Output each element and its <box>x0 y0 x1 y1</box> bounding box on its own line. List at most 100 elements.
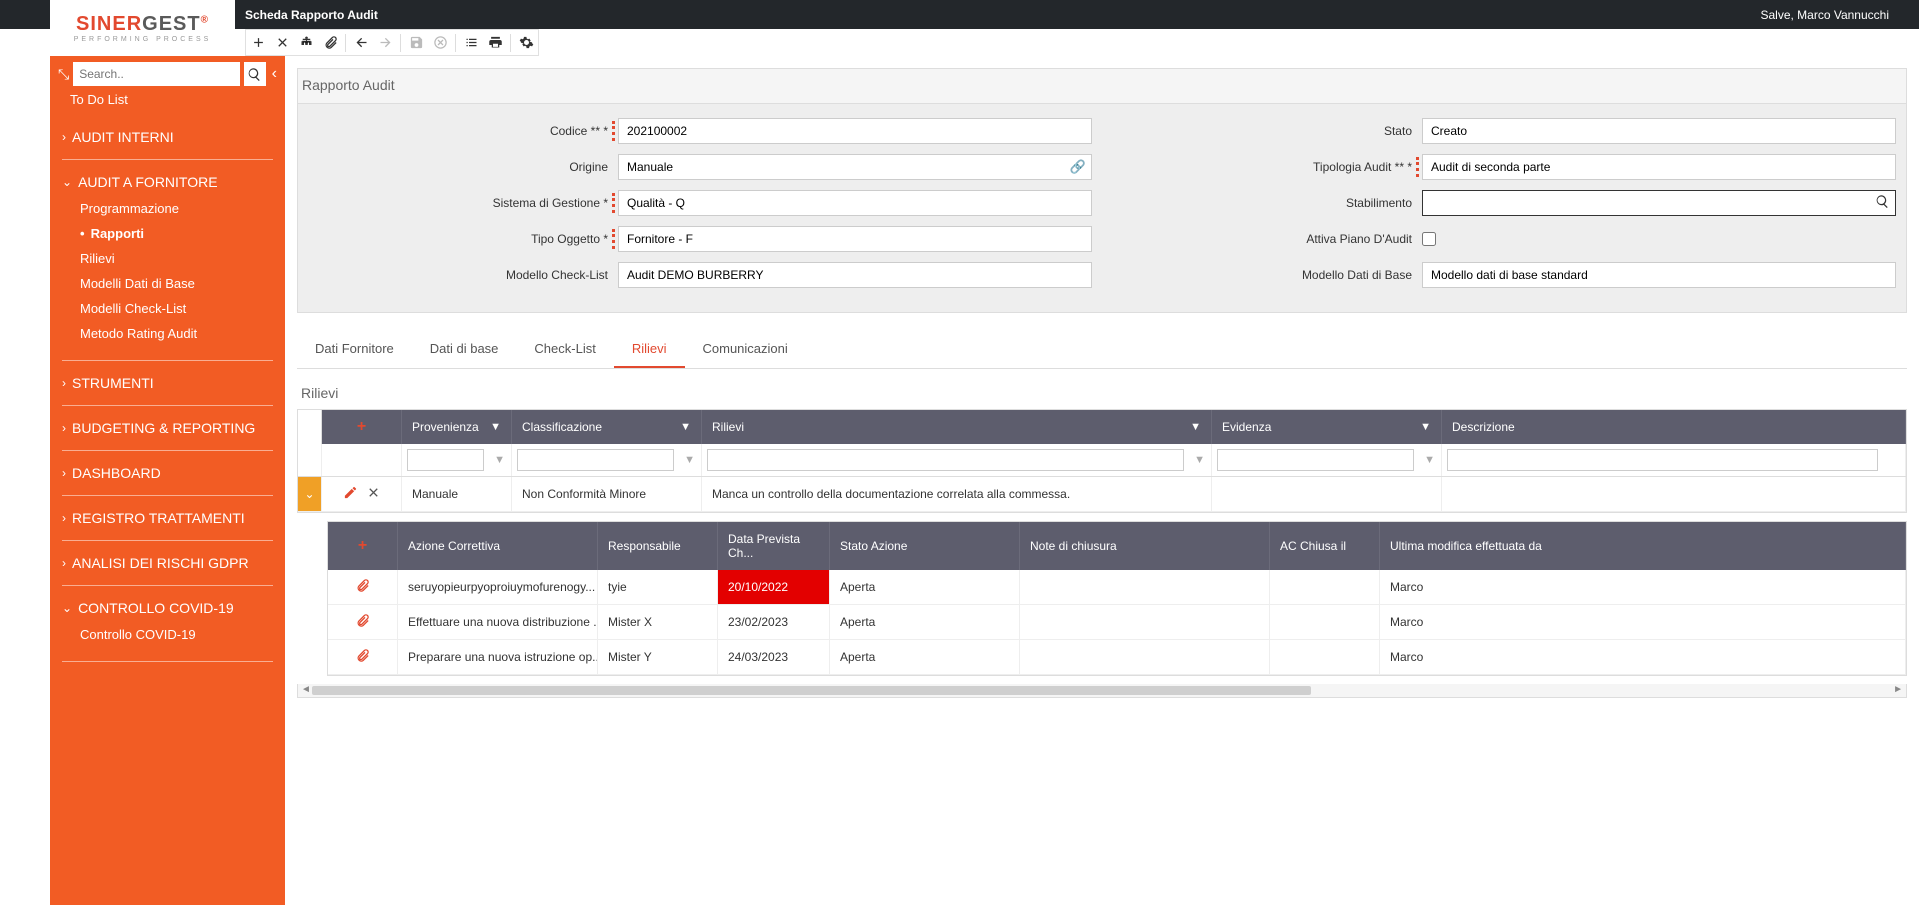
cancel-icon[interactable] <box>428 31 452 55</box>
subcol-actions: + <box>328 522 398 570</box>
sub-table-row: Effettuare una nuova distribuzione ...Mi… <box>328 605 1906 640</box>
filter-icon: ▼ <box>1420 421 1431 433</box>
col-provenienza[interactable]: Provenienza▼ <box>402 410 512 444</box>
search-icon[interactable] <box>244 62 265 86</box>
filter-icon: ▼ <box>680 421 691 433</box>
sidebar-item-todo[interactable]: To Do List <box>50 92 285 115</box>
page-title: Scheda Rapporto Audit <box>245 8 378 22</box>
filter-icon[interactable]: ▼ <box>1424 454 1435 466</box>
logo: SINERGEST® PERFORMING PROCESS <box>50 0 235 56</box>
col-classificazione[interactable]: Classificazione▼ <box>512 410 702 444</box>
sidebar-section[interactable]: ⌄CONTROLLO COVID-19 <box>62 600 273 616</box>
filter-icon[interactable]: ▼ <box>1194 454 1205 466</box>
input-modello-dati[interactable] <box>1422 262 1896 288</box>
sidebar-section[interactable]: ›BUDGETING & REPORTING <box>62 420 273 436</box>
col-rilievi[interactable]: Rilievi▼ <box>702 410 1212 444</box>
horizontal-scrollbar[interactable]: ◄► <box>297 684 1907 698</box>
tabs: Dati FornitoreDati di baseCheck-ListRili… <box>297 331 1907 369</box>
subcol-responsabile[interactable]: Responsabile <box>598 522 718 570</box>
tab[interactable]: Check-List <box>516 331 613 368</box>
sidebar-section[interactable]: ›DASHBOARD <box>62 465 273 481</box>
settings-icon[interactable] <box>514 31 538 55</box>
list-icon[interactable] <box>459 31 483 55</box>
subcol-azione[interactable]: Azione Correttiva <box>398 522 598 570</box>
sidebar-section[interactable]: ›AUDIT INTERNI <box>62 129 273 145</box>
add-row-icon[interactable]: + <box>357 418 366 436</box>
input-tipo-oggetto[interactable] <box>618 226 1092 252</box>
attachment-icon[interactable] <box>355 613 370 631</box>
toolbar <box>235 29 1919 56</box>
subcol-chiusa[interactable]: AC Chiusa il <box>1270 522 1380 570</box>
sidebar-item[interactable]: Modelli Dati di Base <box>80 271 273 296</box>
sub-grid: + Azione Correttiva Responsabile Data Pr… <box>327 521 1907 676</box>
filter-provenienza[interactable] <box>407 449 484 471</box>
input-tipologia[interactable] <box>1422 154 1896 180</box>
col-actions: + <box>322 410 402 444</box>
checkbox-piano[interactable] <box>1422 232 1436 246</box>
add-subrow-icon[interactable]: + <box>358 537 367 555</box>
edit-icon[interactable] <box>343 485 358 503</box>
input-origine[interactable] <box>618 154 1092 180</box>
filter-descrizione[interactable] <box>1447 449 1878 471</box>
lookup-icon[interactable] <box>1875 194 1890 212</box>
filter-icon[interactable]: ▼ <box>494 454 505 466</box>
sidebar-section[interactable]: ›ANALISI DEI RISCHI GDPR <box>62 555 273 571</box>
col-expand <box>298 410 322 444</box>
back-icon[interactable] <box>349 31 373 55</box>
filter-classificazione[interactable] <box>517 449 674 471</box>
label-stabilimento: Stabilimento <box>1112 196 1422 210</box>
link-icon[interactable]: 🔗 <box>1070 159 1086 175</box>
input-stabilimento[interactable] <box>1422 190 1896 216</box>
subcol-data[interactable]: Data Prevista Ch... <box>718 522 830 570</box>
tab[interactable]: Dati di base <box>412 331 517 368</box>
sidebar-item[interactable]: Metodo Rating Audit <box>80 321 273 346</box>
grid-title: Rilievi <box>297 369 1907 409</box>
form-panel: Codice ** * Origine 🔗 Sistema di Gestion… <box>297 103 1907 313</box>
tab[interactable]: Rilievi <box>614 331 685 368</box>
label-origine: Origine <box>308 160 618 174</box>
sidebar-item[interactable]: Rapporti <box>80 221 273 246</box>
sidebar-section[interactable]: ⌄AUDIT A FORNITORE <box>62 174 273 190</box>
print-icon[interactable] <box>483 31 507 55</box>
sidebar-item[interactable]: Modelli Check-List <box>80 296 273 321</box>
tab[interactable]: Comunicazioni <box>685 331 806 368</box>
col-evidenza[interactable]: Evidenza▼ <box>1212 410 1442 444</box>
filter-icon[interactable]: ▼ <box>684 454 695 466</box>
sidebar-item[interactable]: Programmazione <box>80 196 273 221</box>
expand-row-icon[interactable]: ⌄ <box>298 477 322 511</box>
input-sistema[interactable] <box>618 190 1092 216</box>
attachment-icon[interactable] <box>355 648 370 666</box>
input-codice[interactable] <box>618 118 1092 144</box>
panel-title: Rapporto Audit <box>297 68 1907 103</box>
filter-rilievi[interactable] <box>707 449 1184 471</box>
attachment-icon[interactable] <box>355 578 370 596</box>
sidebar-toggle-icon[interactable]: ‹ <box>272 65 277 83</box>
sidebar: ⤡ ‹ To Do List ›AUDIT INTERNI ⌄AUDIT A FO… <box>50 56 285 905</box>
col-descrizione[interactable]: Descrizione <box>1442 410 1906 444</box>
sidebar-item[interactable]: Controllo COVID-19 <box>80 622 273 647</box>
save-icon[interactable] <box>404 31 428 55</box>
collapse-icon[interactable]: ⤡ <box>58 66 69 83</box>
hierarchy-icon[interactable] <box>294 31 318 55</box>
subcol-note[interactable]: Note di chiusura <box>1020 522 1270 570</box>
input-stato[interactable] <box>1422 118 1896 144</box>
filter-evidenza[interactable] <box>1217 449 1414 471</box>
sidebar-section[interactable]: ›STRUMENTI <box>62 375 273 391</box>
attachment-icon[interactable] <box>318 31 342 55</box>
forward-icon[interactable] <box>373 31 397 55</box>
label-modello-cl: Modello Check-List <box>308 268 618 282</box>
sub-table-row: Preparare una nuova istruzione op...Mist… <box>328 640 1906 675</box>
sidebar-item[interactable]: Rilievi <box>80 246 273 271</box>
sidebar-section[interactable]: ›REGISTRO TRATTAMENTI <box>62 510 273 526</box>
user-greeting: Salve, Marco Vannucchi <box>1760 8 1889 22</box>
input-modello-cl[interactable] <box>618 262 1092 288</box>
subcol-stato[interactable]: Stato Azione <box>830 522 1020 570</box>
subcol-ultima[interactable]: Ultima modifica effettuata da <box>1380 522 1906 570</box>
new-icon[interactable] <box>246 31 270 55</box>
content-area: Rapporto Audit Codice ** * Origine 🔗 Sis… <box>285 56 1919 905</box>
search-input[interactable] <box>73 62 240 86</box>
filter-icon: ▼ <box>1190 421 1201 433</box>
tab[interactable]: Dati Fornitore <box>297 331 412 368</box>
delete-row-icon[interactable] <box>366 485 381 503</box>
delete-icon[interactable] <box>270 31 294 55</box>
